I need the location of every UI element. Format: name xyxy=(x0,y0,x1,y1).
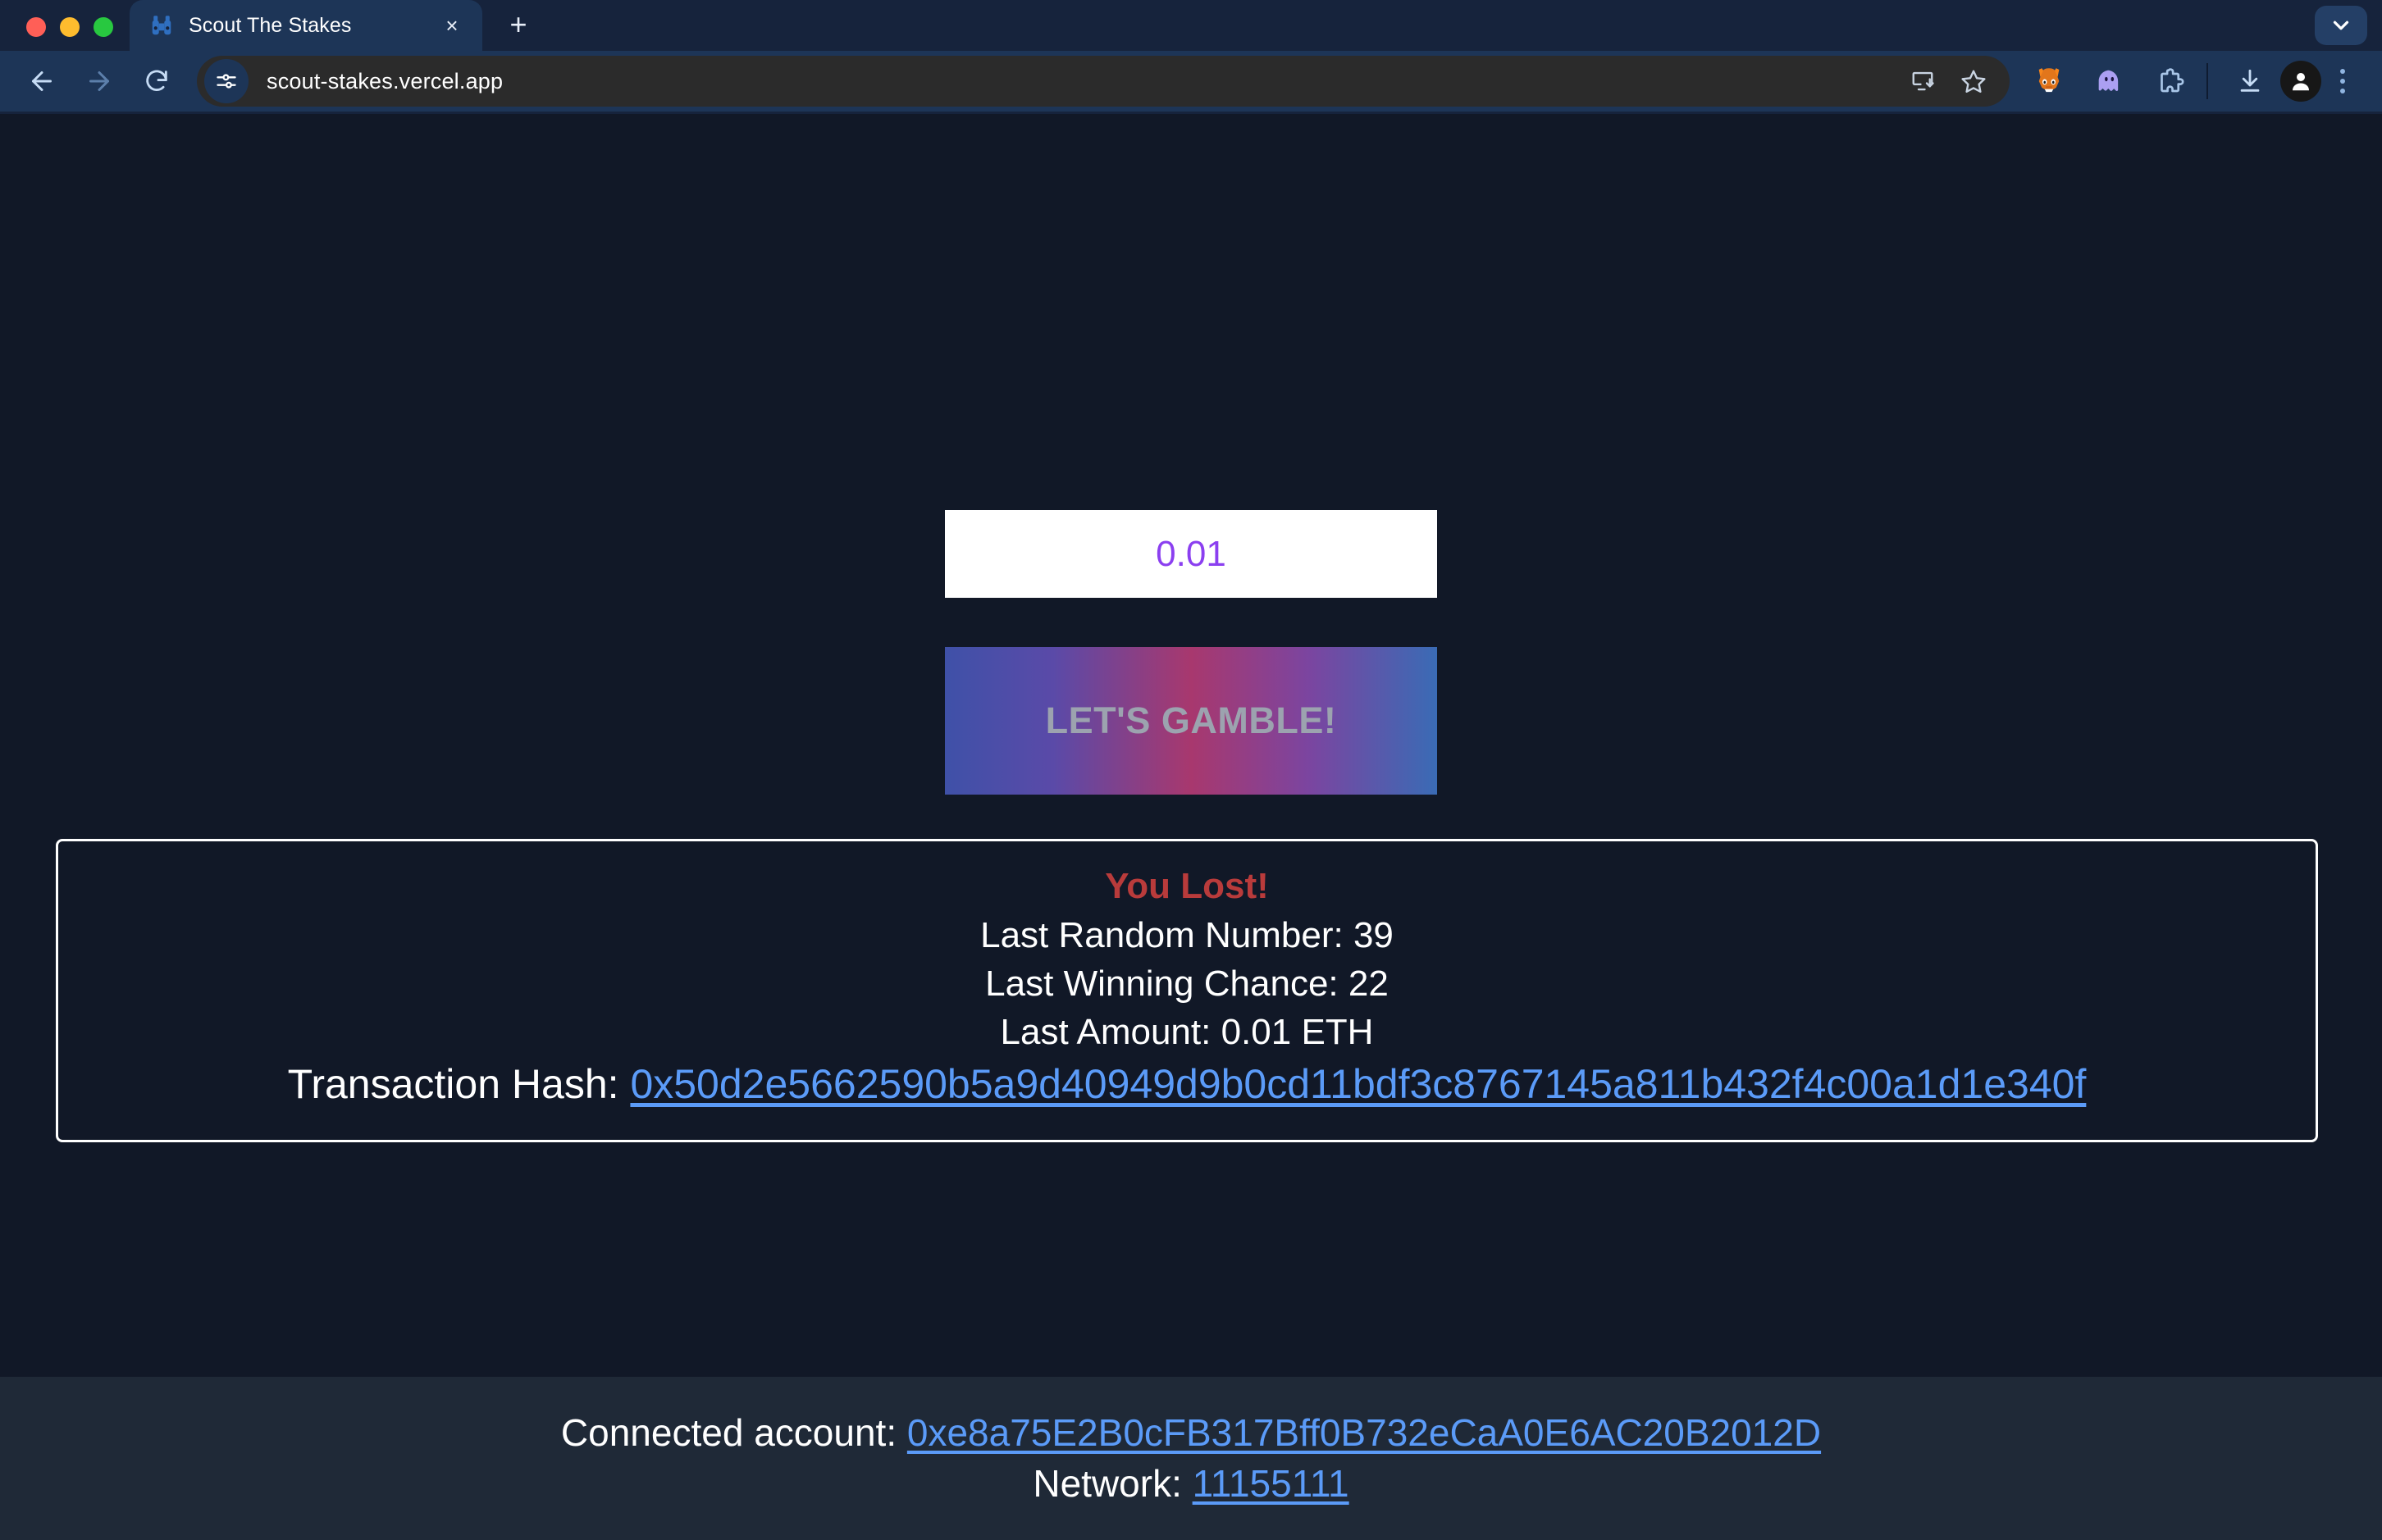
browser-toolbar: scout-stakes.vercel.app xyxy=(0,51,2382,114)
extensions-puzzle-icon[interactable] xyxy=(2149,60,2192,103)
kebab-menu-icon[interactable] xyxy=(2325,60,2361,103)
transaction-hash-label: Transaction Hash: xyxy=(287,1060,631,1107)
chevron-down-icon[interactable] xyxy=(2315,6,2367,45)
close-tab-button[interactable]: × xyxy=(436,10,468,41)
last-random-number: Last Random Number: 39 xyxy=(980,914,1394,955)
install-app-icon[interactable] xyxy=(1901,60,1944,103)
result-panel: You Lost! Last Random Number: 39 Last Wi… xyxy=(56,839,2318,1142)
scout-binoculars-favicon xyxy=(149,13,174,38)
new-tab-button[interactable]: + xyxy=(494,0,543,49)
page-footer: Connected account: 0xe8a75E2B0cFB317Bff0… xyxy=(0,1377,2382,1540)
window-traffic-lights xyxy=(0,17,130,51)
tune-sliders-icon[interactable] xyxy=(204,59,249,103)
back-icon[interactable] xyxy=(15,54,69,108)
maximize-window-button[interactable] xyxy=(94,17,113,37)
gamble-main-section: LET'S GAMBLE! You Lost! Last Random Numb… xyxy=(0,114,2382,1377)
last-amount: Last Amount: 0.01 ETH xyxy=(1000,1011,1374,1052)
connected-account-row: Connected account: 0xe8a75E2B0cFB317Bff0… xyxy=(561,1410,1821,1456)
transaction-hash-link[interactable]: 0x50d2e5662590b5a9d40949d9b0cd11bdf3c876… xyxy=(630,1061,2086,1107)
network-link[interactable]: 11155111 xyxy=(1193,1462,1349,1505)
profile-avatar-icon[interactable] xyxy=(2280,61,2321,102)
page-viewport: LET'S GAMBLE! You Lost! Last Random Numb… xyxy=(0,114,2382,1540)
address-bar-actions xyxy=(1901,60,2010,103)
extension-icons xyxy=(2028,60,2192,103)
bet-amount-input[interactable] xyxy=(945,510,1437,598)
browser-window: Scout The Stakes × + scout-stakes.vercel… xyxy=(0,0,2382,1540)
connected-account-link[interactable]: 0xe8a75E2B0cFB317Bff0B732eCaA0E6AC20B201… xyxy=(907,1411,1821,1454)
network-label: Network: xyxy=(1033,1461,1193,1505)
address-bar-url: scout-stakes.vercel.app xyxy=(267,68,504,93)
network-row: Network: 11155111 xyxy=(1033,1461,1348,1506)
forward-icon[interactable] xyxy=(72,54,126,108)
tab-title: Scout The Stakes xyxy=(189,13,352,37)
last-winning-chance: Last Winning Chance: 22 xyxy=(985,963,1389,1004)
metamask-extension-icon[interactable] xyxy=(2028,60,2070,103)
tab-strip: Scout The Stakes × + xyxy=(0,0,2382,51)
transaction-hash-row: Transaction Hash: 0x50d2e5662590b5a9d409… xyxy=(75,1057,2299,1112)
browser-tab-scout-the-stakes[interactable]: Scout The Stakes × xyxy=(130,0,482,51)
lets-gamble-button[interactable]: LET'S GAMBLE! xyxy=(945,647,1437,795)
result-status: You Lost! xyxy=(1105,866,1269,906)
close-window-button[interactable] xyxy=(26,17,46,37)
reload-icon[interactable] xyxy=(130,54,184,108)
address-bar[interactable]: scout-stakes.vercel.app xyxy=(197,56,2010,107)
connected-account-label: Connected account: xyxy=(560,1411,907,1455)
download-icon[interactable] xyxy=(2223,54,2277,108)
toolbar-divider xyxy=(2206,63,2208,99)
star-icon[interactable] xyxy=(1952,60,1995,103)
minimize-window-button[interactable] xyxy=(60,17,80,37)
phantom-wallet-extension-icon[interactable] xyxy=(2088,60,2131,103)
